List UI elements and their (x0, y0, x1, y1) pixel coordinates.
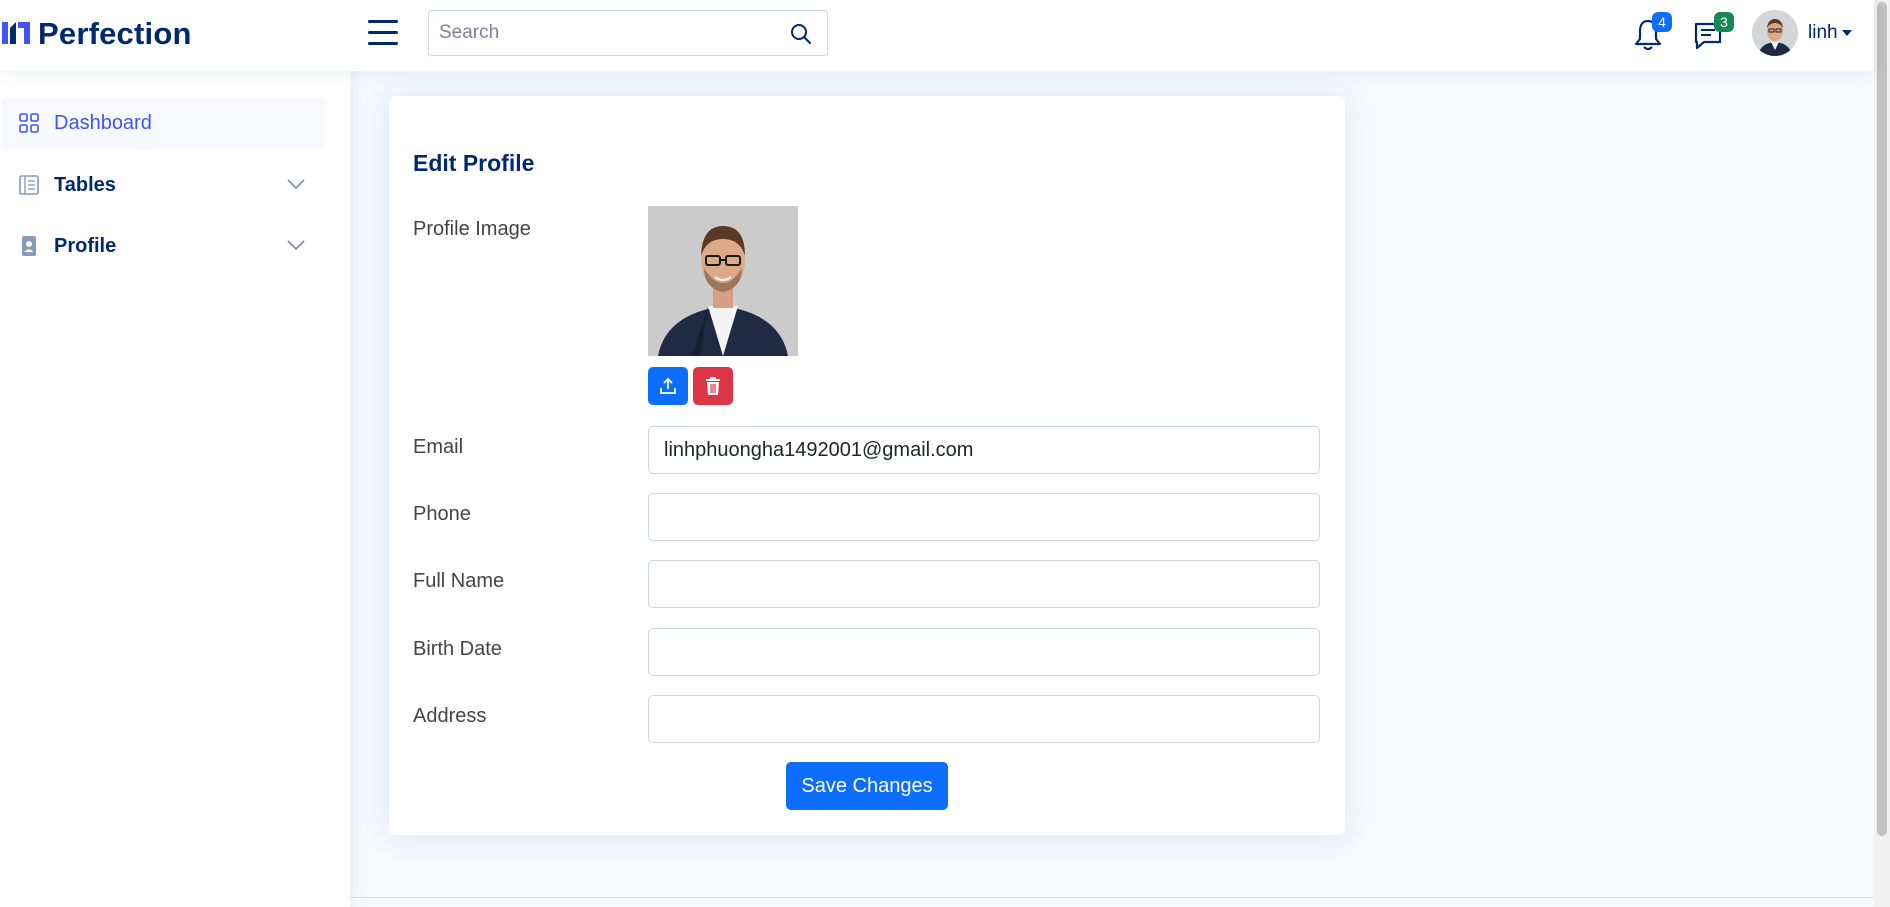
messages-button[interactable]: 3 (1692, 12, 1734, 54)
birthdate-label: Birth Date (413, 638, 502, 660)
notifications-badge: 4 (1652, 12, 1672, 32)
notifications-button[interactable]: 4 (1632, 12, 1672, 54)
fullname-input[interactable] (649, 561, 1319, 607)
email-field (648, 426, 1320, 474)
delete-image-button[interactable] (693, 367, 733, 405)
person-badge-icon (22, 236, 36, 256)
caret-down-icon (1841, 30, 1852, 36)
table-icon (19, 175, 39, 195)
phone-field (648, 493, 1320, 541)
user-menu[interactable]: linh (1752, 10, 1852, 56)
sidebar-item-tables[interactable]: Tables (2, 159, 325, 211)
messages-badge: 3 (1714, 12, 1734, 32)
footer-divider (350, 897, 1874, 898)
sidebar-item-label: Tables (54, 173, 116, 196)
save-changes-button[interactable]: Save Changes (786, 762, 948, 810)
email-label: Email (413, 436, 464, 458)
trash-icon (706, 377, 720, 395)
logo-icon (2, 22, 30, 44)
birthdate-input[interactable] (649, 629, 1319, 675)
chevron-down-icon (287, 179, 305, 190)
search-icon[interactable] (789, 22, 813, 46)
page-scrollbar[interactable] (1874, 0, 1890, 907)
search-input[interactable] (429, 11, 789, 55)
upload-icon (660, 377, 676, 394)
search-bar (428, 10, 828, 56)
top-header: Perfection 4 3 (0, 0, 1874, 71)
chevron-down-icon (287, 240, 305, 251)
profile-image (648, 206, 798, 356)
sidebar: Dashboard Tables Profile (0, 71, 350, 907)
scrollbar-thumb[interactable] (1877, 2, 1887, 836)
phone-input[interactable] (649, 494, 1319, 540)
brand-logo[interactable]: Perfection (0, 14, 192, 54)
edit-profile-card: Edit Profile Profile Image Email linhphu… (389, 96, 1345, 835)
address-label: Address (413, 705, 487, 727)
address-input[interactable] (649, 696, 1319, 742)
upload-image-button[interactable] (648, 367, 688, 405)
sidebar-item-profile[interactable]: Profile (2, 220, 325, 272)
sidebar-item-label: Dashboard (54, 111, 152, 134)
sidebar-toggle-button[interactable] (368, 20, 398, 46)
grid-icon (19, 113, 39, 133)
sidebar-item-dashboard[interactable]: Dashboard (2, 97, 325, 149)
page-title: Edit Profile (413, 150, 535, 176)
profile-image-label: Profile Image (413, 218, 531, 240)
user-name: linh (1808, 22, 1838, 43)
sidebar-item-label: Profile (54, 234, 117, 257)
address-field (648, 695, 1320, 743)
phone-label: Phone (413, 503, 471, 525)
fullname-label: Full Name (413, 570, 505, 592)
email-input[interactable] (649, 427, 1319, 473)
birthdate-field (648, 628, 1320, 676)
fullname-field (648, 560, 1320, 608)
brand-name: Perfection (38, 16, 192, 51)
avatar (1752, 10, 1798, 56)
